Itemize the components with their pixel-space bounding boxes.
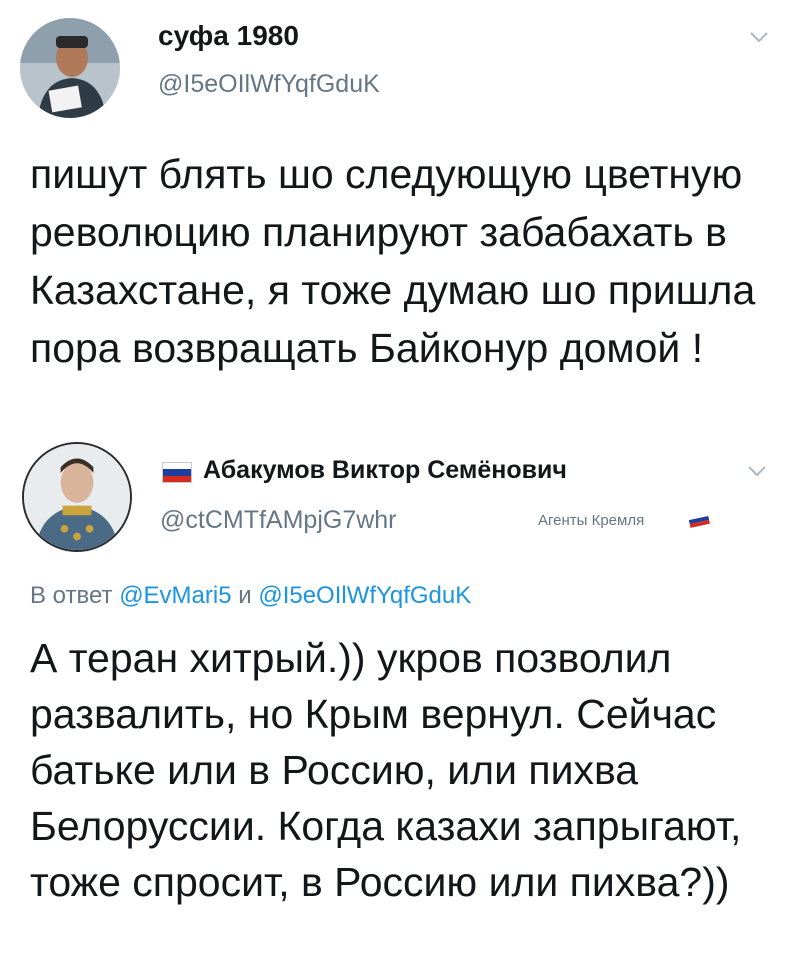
user-handle[interactable]: @I5eOIlWfYqfGduK xyxy=(158,70,380,99)
russia-flag-icon xyxy=(162,462,192,483)
avatar[interactable] xyxy=(22,442,132,552)
russia-flag-icon xyxy=(687,512,711,528)
tweet-text: пишут блять шо следующую цветную революц… xyxy=(30,151,756,371)
user-avatar-icon xyxy=(24,444,130,550)
display-name[interactable]: Абакумов Виктор Семёнович xyxy=(203,456,567,485)
reply-context: В ответ @EvMari5 и @I5eOIlWfYqfGduK xyxy=(30,582,471,610)
chevron-down-icon[interactable] xyxy=(748,466,766,476)
user-avatar-icon xyxy=(20,18,120,118)
display-name[interactable]: суфа 1980 xyxy=(158,20,299,52)
mention-link[interactable]: @EvMari5 xyxy=(119,582,231,609)
mention-link[interactable]: @I5eOIlWfYqfGduK xyxy=(258,582,471,609)
chevron-down-icon[interactable] xyxy=(750,32,768,42)
reply-conjunction: и xyxy=(238,582,252,609)
tweet-text: А теран хитрый.)) укров позволил развали… xyxy=(30,635,742,905)
reply-prefix: В ответ xyxy=(30,582,113,609)
avatar[interactable] xyxy=(20,18,120,118)
user-handle[interactable]: @ctCMTfAMpjG7whr xyxy=(160,506,397,535)
user-badge: Агенты Кремля xyxy=(538,512,645,529)
